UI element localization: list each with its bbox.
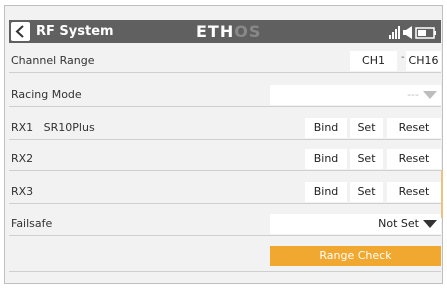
failsafe-label: Failsafe (11, 217, 53, 230)
channel-range-to[interactable]: CH16 (406, 51, 441, 71)
racing-mode-label: Racing Mode (11, 88, 82, 101)
range-check-button[interactable]: Range Check (270, 246, 441, 266)
racing-mode-dropdown[interactable]: --- (270, 85, 441, 105)
ethos-logo: ETHOS (196, 21, 261, 42)
rx1-bind-button[interactable]: Bind (305, 118, 347, 138)
rx3-set-button[interactable]: Set (350, 182, 383, 202)
chevron-down-icon (423, 220, 437, 228)
row-channel-range: Channel Range CH1 - CH16 (9, 50, 441, 73)
racing-mode-value: --- (407, 88, 419, 101)
failsafe-dropdown[interactable]: Not Set (270, 214, 441, 234)
rx1-reset-button[interactable]: Reset (387, 118, 441, 138)
rx1-label: RX1 SR10Plus (11, 121, 95, 134)
divider (9, 271, 441, 272)
failsafe-value: Not Set (378, 217, 419, 230)
header-bar: RF System ETHOS (9, 20, 441, 43)
scrollbar-thumb[interactable] (441, 170, 443, 218)
rx2-label: RX2 (11, 152, 34, 165)
signal-icon (389, 26, 400, 39)
chevron-down-icon (423, 91, 437, 99)
rx3-label: RX3 (11, 185, 34, 198)
back-button[interactable] (11, 22, 30, 41)
channel-range-separator: - (401, 52, 405, 63)
rx2-reset-button[interactable]: Reset (387, 149, 441, 169)
row-rx3: RX3 Bind Set Reset (9, 181, 441, 204)
chevron-left-icon (15, 25, 24, 38)
row-rx1: RX1 SR10Plus Bind Set Reset (9, 117, 441, 140)
row-racing-mode: Racing Mode --- (9, 84, 441, 107)
rx2-set-button[interactable]: Set (350, 149, 383, 169)
row-rx2: RX2 Bind Set Reset (9, 148, 441, 171)
channel-range-from[interactable]: CH1 (350, 51, 397, 71)
logo-text-primary: ETH (196, 22, 235, 41)
logo-text-secondary: OS (234, 22, 262, 41)
row-failsafe: Failsafe Not Set (9, 213, 441, 236)
battery-icon (415, 27, 436, 39)
channel-range-label: Channel Range (11, 54, 95, 67)
rx2-bind-button[interactable]: Bind (305, 149, 347, 169)
window-frame (4, 5, 443, 284)
rx1-set-button[interactable]: Set (350, 118, 383, 138)
page-title: RF System (36, 24, 114, 39)
rx3-bind-button[interactable]: Bind (305, 182, 347, 202)
status-icons (389, 25, 439, 39)
speaker-icon (403, 26, 412, 39)
rx3-reset-button[interactable]: Reset (387, 182, 441, 202)
